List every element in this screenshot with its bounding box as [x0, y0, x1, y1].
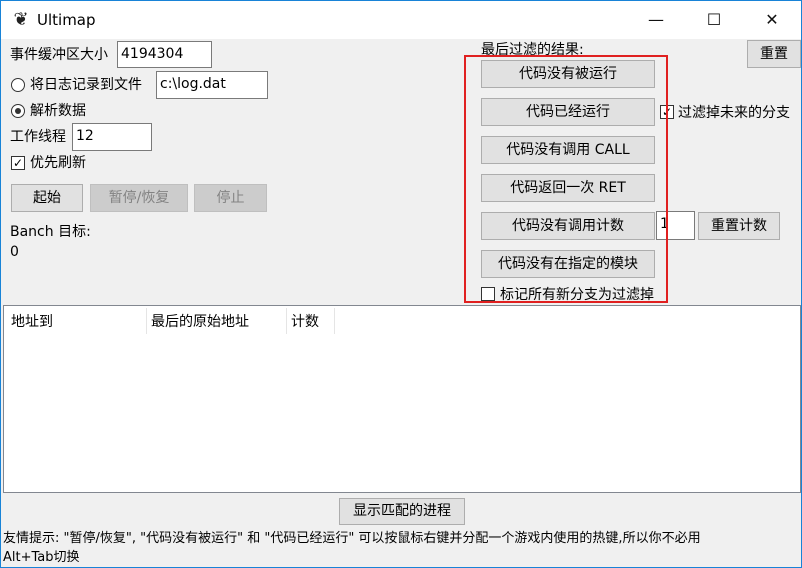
show-matching-process-button[interactable]: 显示匹配的进程 — [339, 498, 465, 525]
close-button[interactable]: ✕ — [749, 1, 795, 39]
window-title: Ultimap — [37, 11, 96, 29]
pause-resume-button[interactable]: 暂停/恢复 — [90, 184, 188, 212]
priority-flush-checkbox[interactable]: ✓ — [11, 156, 25, 170]
cheat-engine-icon: ❦ — [13, 9, 29, 30]
branch-target-label: Banch 目标: — [10, 224, 91, 240]
filter-future-branches-label: 过滤掉未来的分支 — [678, 105, 790, 121]
minimize-button[interactable]: — — [633, 1, 679, 39]
start-button[interactable]: 起始 — [11, 184, 83, 212]
reset-count-button[interactable]: 重置计数 — [698, 212, 780, 240]
reset-button[interactable]: 重置 — [747, 40, 801, 68]
branch-target-value: 0 — [10, 244, 19, 260]
stop-button[interactable]: 停止 — [194, 184, 267, 212]
log-to-file-radio[interactable] — [11, 78, 25, 92]
column-divider[interactable] — [146, 308, 147, 334]
buffer-size-label: 事件缓冲区大小 — [10, 47, 108, 63]
hint-text-line2: Alt+Tab切换 — [3, 550, 80, 565]
priority-flush-label: 优先刷新 — [30, 155, 86, 171]
results-table[interactable]: 地址到 最后的原始地址 计数 — [3, 305, 801, 493]
worker-threads-label: 工作线程 — [10, 129, 66, 145]
ultimap-window: ❦ Ultimap — ☐ ✕ 事件缓冲区大小 4194304 将日志记录到文件… — [0, 0, 802, 568]
parse-data-radio[interactable] — [11, 104, 25, 118]
buffer-size-input[interactable]: 4194304 — [117, 41, 212, 68]
column-divider[interactable] — [334, 308, 335, 334]
maximize-button[interactable]: ☐ — [691, 1, 737, 39]
parse-data-label: 解析数据 — [30, 103, 86, 119]
highlight-box — [464, 55, 668, 303]
worker-threads-input[interactable]: 12 — [72, 123, 152, 151]
column-header-address-to[interactable]: 地址到 — [11, 312, 53, 332]
column-divider[interactable] — [286, 308, 287, 334]
log-file-path-input[interactable]: c:\log.dat — [156, 71, 268, 99]
column-header-count[interactable]: 计数 — [291, 312, 319, 332]
title-bar: ❦ Ultimap — ☐ ✕ — [1, 1, 801, 39]
column-header-last-original-address[interactable]: 最后的原始地址 — [151, 312, 249, 332]
log-to-file-label: 将日志记录到文件 — [30, 77, 142, 93]
hint-text-line1: 友情提示: "暂停/恢复", "代码没有被运行" 和 "代码已经运行" 可以按鼠… — [3, 531, 701, 546]
